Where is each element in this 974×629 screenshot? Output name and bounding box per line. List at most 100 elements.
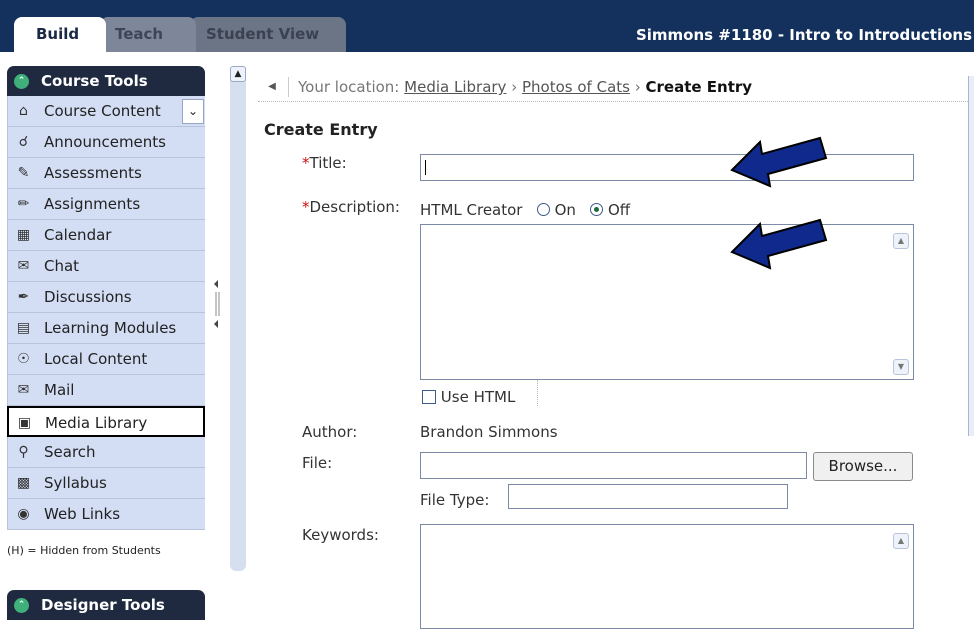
- scroll-up-icon[interactable]: ▲: [893, 533, 909, 549]
- file-type-label: File Type:: [420, 491, 490, 509]
- collapse-icon[interactable]: ⌃: [14, 598, 29, 613]
- annotation-arrow-icon: [730, 218, 828, 270]
- breadcrumb-prefix: Your location:: [298, 78, 400, 96]
- sidebar-item-label: Web Links: [44, 505, 121, 523]
- media-icon: ▣: [17, 415, 32, 431]
- breadcrumb-sep-icon: ›: [634, 78, 641, 96]
- search-icon: ⚲: [18, 444, 29, 460]
- top-bar: Student View Teach Build Simmons #1180 -…: [0, 0, 974, 52]
- off-label: Off: [607, 201, 631, 219]
- on-label: On: [554, 201, 576, 219]
- sidebar-item-discussions[interactable]: ✒ Discussions: [7, 282, 205, 313]
- sidebar-item-calendar[interactable]: ▦ Calendar: [7, 220, 205, 251]
- sidebar-item-course-content[interactable]: ⌂ Course Content ⌄: [7, 96, 205, 127]
- course-tools-title: Course Tools: [41, 72, 148, 90]
- back-icon[interactable]: ◀: [264, 79, 280, 95]
- description-textarea[interactable]: ▲ ▼: [420, 224, 914, 380]
- sidebar-item-label: Discussions: [44, 288, 132, 306]
- sidebar-item-announcements[interactable]: ☌ Announcements: [7, 127, 205, 158]
- course-tools-header[interactable]: ⌃ Course Tools: [7, 66, 205, 96]
- sidebar-item-web-links[interactable]: ◉ Web Links: [7, 499, 205, 530]
- html-creator-off-radio[interactable]: [590, 203, 604, 216]
- breadcrumb-photos-of-cats[interactable]: Photos of Cats: [522, 78, 630, 96]
- file-label: File:: [302, 454, 333, 472]
- sidebar-item-label: Chat: [44, 257, 80, 275]
- sidebar-item-assignments[interactable]: ✏ Assignments: [7, 189, 205, 220]
- expand-icon[interactable]: ⌄: [182, 99, 204, 124]
- tab-student-view[interactable]: Student View: [190, 17, 346, 52]
- chat-icon: ✉: [17, 258, 30, 274]
- calendar-icon: ▦: [16, 227, 31, 243]
- title-label: *Title:: [302, 154, 347, 172]
- designer-tools-header[interactable]: ⌃ Designer Tools: [7, 590, 205, 620]
- sidebar-item-label: Local Content: [44, 350, 148, 368]
- assignment-icon: ✏: [17, 196, 30, 212]
- html-creator-label: HTML Creator: [420, 201, 523, 219]
- divider: [537, 380, 538, 406]
- sidebar-item-chat[interactable]: ✉ Chat: [7, 251, 205, 282]
- author-value: Brandon Simmons: [420, 423, 558, 441]
- sidebar-item-label: Mail: [44, 381, 75, 399]
- sidebar-item-label: Calendar: [44, 226, 112, 244]
- pin-icon: ✒: [17, 289, 30, 305]
- keywords-textarea[interactable]: ▲: [420, 524, 914, 629]
- scroll-up-icon[interactable]: ▲: [893, 233, 909, 249]
- mail-icon: ✉: [17, 382, 30, 398]
- sidebar-item-mail[interactable]: ✉ Mail: [7, 375, 205, 406]
- description-label: *Description:: [302, 198, 400, 216]
- sidebar-item-label: Learning Modules: [44, 319, 177, 337]
- sidebar-item-label: Syllabus: [44, 474, 107, 492]
- main-content: ◀ Your location: Media Library › Photos …: [256, 68, 974, 629]
- assessment-icon: ✎: [17, 165, 30, 181]
- html-creator-row: HTML Creator On Off: [420, 201, 630, 219]
- sidebar-item-local-content[interactable]: ☉ Local Content: [7, 344, 205, 375]
- sidebar-item-label: Search: [44, 443, 96, 461]
- use-html-row: Use HTML: [422, 388, 515, 406]
- sidebar-item-media-library[interactable]: ▣ Media Library: [7, 406, 205, 437]
- tab-build[interactable]: Build: [14, 17, 106, 52]
- scroll-down-icon[interactable]: ▼: [893, 359, 909, 375]
- scroll-up-icon[interactable]: ▲: [230, 66, 246, 82]
- divider: [0, 52, 974, 56]
- tab-teach[interactable]: Teach: [100, 17, 196, 52]
- sidebar-item-syllabus[interactable]: ▩ Syllabus: [7, 468, 205, 499]
- file-type-input[interactable]: [508, 484, 788, 509]
- collapse-icon[interactable]: ⌃: [14, 74, 29, 89]
- syllabus-icon: ▩: [16, 475, 31, 491]
- annotation-arrow-icon: [730, 136, 828, 188]
- breadcrumb-sep-icon: ›: [511, 78, 518, 96]
- breadcrumb-current: Create Entry: [645, 78, 753, 96]
- sidebar-item-label: Assignments: [44, 195, 141, 213]
- sidebar-item-label: Course Content: [44, 102, 161, 120]
- sidebar-item-learning-modules[interactable]: ▤ Learning Modules: [7, 313, 205, 344]
- title-label-text: Title:: [309, 154, 347, 172]
- title-input[interactable]: [420, 154, 914, 181]
- page-scrollbar[interactable]: [968, 76, 974, 436]
- house-icon: ⌂: [19, 103, 28, 119]
- sidebar-item-assessments[interactable]: ✎ Assessments: [7, 158, 205, 189]
- designer-tools-title: Designer Tools: [41, 596, 165, 614]
- keywords-label: Keywords:: [302, 526, 379, 544]
- sidebar-item-search[interactable]: ⚲ Search: [7, 437, 205, 468]
- file-input[interactable]: [420, 452, 807, 479]
- use-html-checkbox[interactable]: [422, 390, 436, 404]
- html-creator-on-radio[interactable]: [536, 203, 550, 216]
- sidebar-scrollbar[interactable]: [230, 66, 246, 571]
- page-title: Create Entry: [264, 120, 378, 139]
- divider: [288, 77, 289, 97]
- course-title: Simmons #1180 - Intro to Introductions: [635, 26, 972, 44]
- required-mark: *: [302, 154, 310, 172]
- megaphone-icon: ☌: [18, 134, 29, 150]
- disc-icon: ☉: [17, 351, 30, 367]
- sidebar-item-label: Media Library: [45, 414, 148, 432]
- breadcrumb: ◀ Your location: Media Library › Photos …: [258, 72, 974, 102]
- splitter-grip-icon: [214, 280, 220, 328]
- use-html-label: Use HTML: [440, 388, 516, 406]
- sidebar-item-label: Announcements: [44, 133, 166, 151]
- globe-icon: ◉: [17, 506, 30, 522]
- panel-splitter[interactable]: [211, 278, 223, 338]
- sidebar-item-label: Assessments: [44, 164, 142, 182]
- breadcrumb-media-library[interactable]: Media Library: [404, 78, 506, 96]
- description-label-text: Description:: [309, 198, 400, 216]
- browse-button[interactable]: Browse...: [813, 452, 913, 481]
